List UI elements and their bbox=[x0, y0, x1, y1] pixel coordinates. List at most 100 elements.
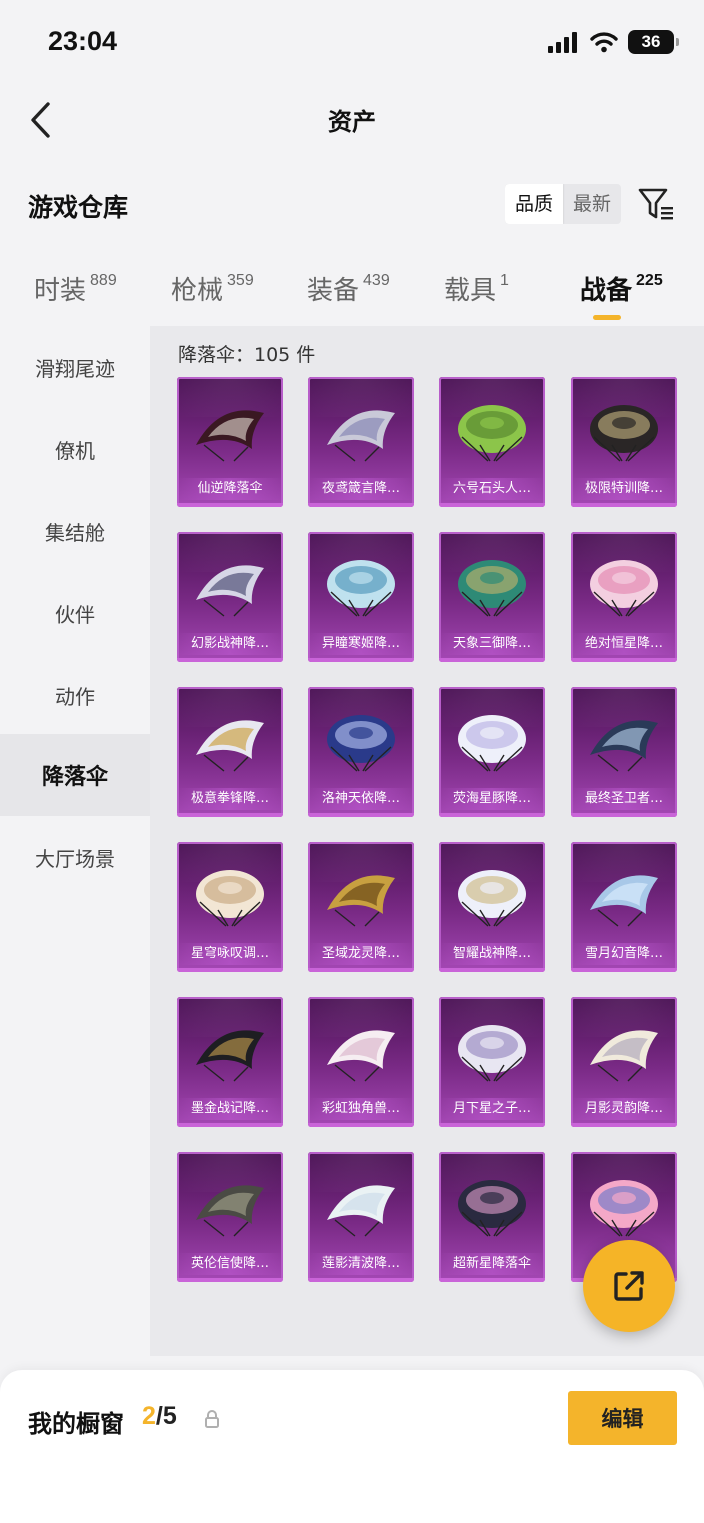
item-card[interactable]: 极意拳锋降… bbox=[177, 687, 283, 817]
item-card[interactable]: 幻影战神降… bbox=[177, 532, 283, 662]
tab-vehicles[interactable]: 载具 1 bbox=[444, 270, 509, 307]
showcase-bar: 我的橱窗 2/5 编辑 bbox=[0, 1370, 704, 1523]
parachute-icon bbox=[327, 715, 395, 772]
page-title: 资产 bbox=[328, 108, 376, 136]
card-quality-strip bbox=[439, 968, 545, 972]
item-card[interactable]: 雪月幻音降… bbox=[571, 842, 677, 972]
share-icon bbox=[614, 1271, 644, 1301]
sidebar-item-wingman[interactable]: 僚机 bbox=[0, 408, 150, 490]
tab-fashion[interactable]: 时装 889 bbox=[34, 270, 117, 307]
parachute-icon bbox=[458, 870, 526, 927]
item-card[interactable]: 极限特训降… bbox=[571, 377, 677, 507]
tab-count: 889 bbox=[90, 272, 117, 289]
item-card-name: 天象三御降… bbox=[439, 633, 545, 655]
sidebar-item-lobby-scene[interactable]: 大厅场景 bbox=[0, 816, 150, 898]
item-card[interactable]: 夜鸢箴言降… bbox=[308, 377, 414, 507]
sidebar-item-parachute[interactable]: 降落伞 bbox=[0, 734, 150, 816]
filter-icon bbox=[638, 188, 673, 220]
card-quality-strip bbox=[439, 658, 545, 662]
item-card-name: 圣域龙灵降… bbox=[308, 943, 414, 965]
item-card-name: 六号石头人… bbox=[439, 478, 545, 500]
item-card-name: 幻影战神降… bbox=[177, 633, 283, 655]
card-quality-strip bbox=[177, 968, 283, 972]
item-card[interactable]: 莲影清波降… bbox=[308, 1152, 414, 1282]
item-card-name: 夜鸢箴言降… bbox=[308, 478, 414, 500]
item-card[interactable]: 荧海星豚降… bbox=[439, 687, 545, 817]
sidebar-item-emote[interactable]: 动作 bbox=[0, 654, 150, 736]
item-card-name: 墨金战记降… bbox=[177, 1098, 283, 1120]
item-card-name: 绝对恒星降… bbox=[571, 633, 677, 655]
lock-icon bbox=[205, 1410, 219, 1428]
item-card[interactable]: 英伦信使降… bbox=[177, 1152, 283, 1282]
card-quality-strip bbox=[177, 503, 283, 507]
item-card-name: 异瞳寒姬降… bbox=[308, 633, 414, 655]
status-icons: 36 bbox=[548, 30, 679, 54]
item-card[interactable]: 最终圣卫者… bbox=[571, 687, 677, 817]
parachute-icon bbox=[196, 1185, 264, 1237]
tab-battle-gear[interactable]: 战备 225 bbox=[580, 270, 663, 307]
item-card-name: 雪月幻音降… bbox=[571, 943, 677, 965]
sort-quality-button[interactable]: 品质 bbox=[505, 184, 564, 224]
card-quality-strip bbox=[308, 1278, 414, 1282]
item-card[interactable]: 墨金战记降… bbox=[177, 997, 283, 1127]
card-quality-strip bbox=[439, 503, 545, 507]
item-card[interactable]: 六号石头人… bbox=[439, 377, 545, 507]
tab-count: 439 bbox=[363, 272, 390, 289]
wifi-icon bbox=[590, 32, 618, 53]
sidebar: 滑翔尾迹 僚机 集结舱 伙伴 动作 降落伞 大厅场景 bbox=[0, 326, 150, 1366]
card-quality-strip bbox=[177, 1278, 283, 1282]
item-grid-panel: 降落伞：105 件 仙逆降落伞 夜鸢箴言降… 六号石头人… 极限特训降… 幻影战神降… 异… bbox=[150, 326, 704, 1356]
battery-indicator: 36 bbox=[628, 30, 679, 54]
edit-button[interactable]: 编辑 bbox=[568, 1391, 677, 1445]
item-card[interactable]: 绝对恒星降… bbox=[571, 532, 677, 662]
item-card[interactable]: 超新星降落伞 bbox=[439, 1152, 545, 1282]
item-card[interactable]: 洛神天依降… bbox=[308, 687, 414, 817]
item-card[interactable]: 天象三御降… bbox=[439, 532, 545, 662]
item-card-name: 极意拳锋降… bbox=[177, 788, 283, 810]
parachute-icon bbox=[196, 1030, 264, 1082]
section-header: 游戏仓库 品质 最新 bbox=[0, 178, 704, 232]
item-card[interactable]: 仙逆降落伞 bbox=[177, 377, 283, 507]
card-quality-strip bbox=[308, 968, 414, 972]
parachute-icon bbox=[590, 875, 658, 927]
item-card[interactable]: 月影灵韵降… bbox=[571, 997, 677, 1127]
item-card[interactable]: 星穹咏叹调… bbox=[177, 842, 283, 972]
card-quality-strip bbox=[571, 813, 677, 817]
parachute-icon bbox=[458, 715, 526, 772]
parachute-icon bbox=[458, 1025, 526, 1082]
showcase-total: 5 bbox=[162, 1402, 177, 1430]
item-card-name: 仙逆降落伞 bbox=[177, 478, 283, 500]
item-card-name: 洛神天依降… bbox=[308, 788, 414, 810]
card-quality-strip bbox=[308, 503, 414, 507]
tab-count: 1 bbox=[500, 272, 509, 289]
card-quality-strip bbox=[439, 813, 545, 817]
sort-newest-button[interactable]: 最新 bbox=[563, 184, 621, 224]
card-quality-strip bbox=[177, 658, 283, 662]
parachute-icon bbox=[327, 1030, 395, 1082]
sidebar-item-companion[interactable]: 伙伴 bbox=[0, 572, 150, 654]
tab-firearms[interactable]: 枪械 359 bbox=[171, 270, 254, 307]
item-card[interactable]: 月下星之子… bbox=[439, 997, 545, 1127]
showcase-count: 2/5 bbox=[142, 1402, 177, 1431]
item-card-name: 极限特训降… bbox=[571, 478, 677, 500]
filter-button[interactable] bbox=[636, 184, 676, 224]
item-card-name: 智耀战神降… bbox=[439, 943, 545, 965]
parachute-icon bbox=[590, 720, 658, 772]
item-card[interactable]: 彩虹独角兽… bbox=[308, 997, 414, 1127]
sidebar-item-glide-trail[interactable]: 滑翔尾迹 bbox=[0, 326, 150, 408]
share-button[interactable] bbox=[583, 1240, 675, 1332]
item-card[interactable]: 异瞳寒姬降… bbox=[308, 532, 414, 662]
item-card[interactable]: 智耀战神降… bbox=[439, 842, 545, 972]
item-card-name: 荧海星豚降… bbox=[439, 788, 545, 810]
tab-equipment[interactable]: 装备 439 bbox=[307, 270, 390, 307]
item-card-name: 彩虹独角兽… bbox=[308, 1098, 414, 1120]
parachute-icon bbox=[196, 565, 264, 617]
item-card[interactable]: 圣域龙灵降… bbox=[308, 842, 414, 972]
sidebar-item-assembly-pod[interactable]: 集结舱 bbox=[0, 490, 150, 572]
parachute-icon bbox=[327, 1185, 395, 1237]
card-quality-strip bbox=[308, 813, 414, 817]
parachute-icon bbox=[196, 870, 264, 927]
tab-count: 359 bbox=[227, 272, 254, 289]
item-card-name: 星穹咏叹调… bbox=[177, 943, 283, 965]
card-quality-strip bbox=[571, 1123, 677, 1127]
